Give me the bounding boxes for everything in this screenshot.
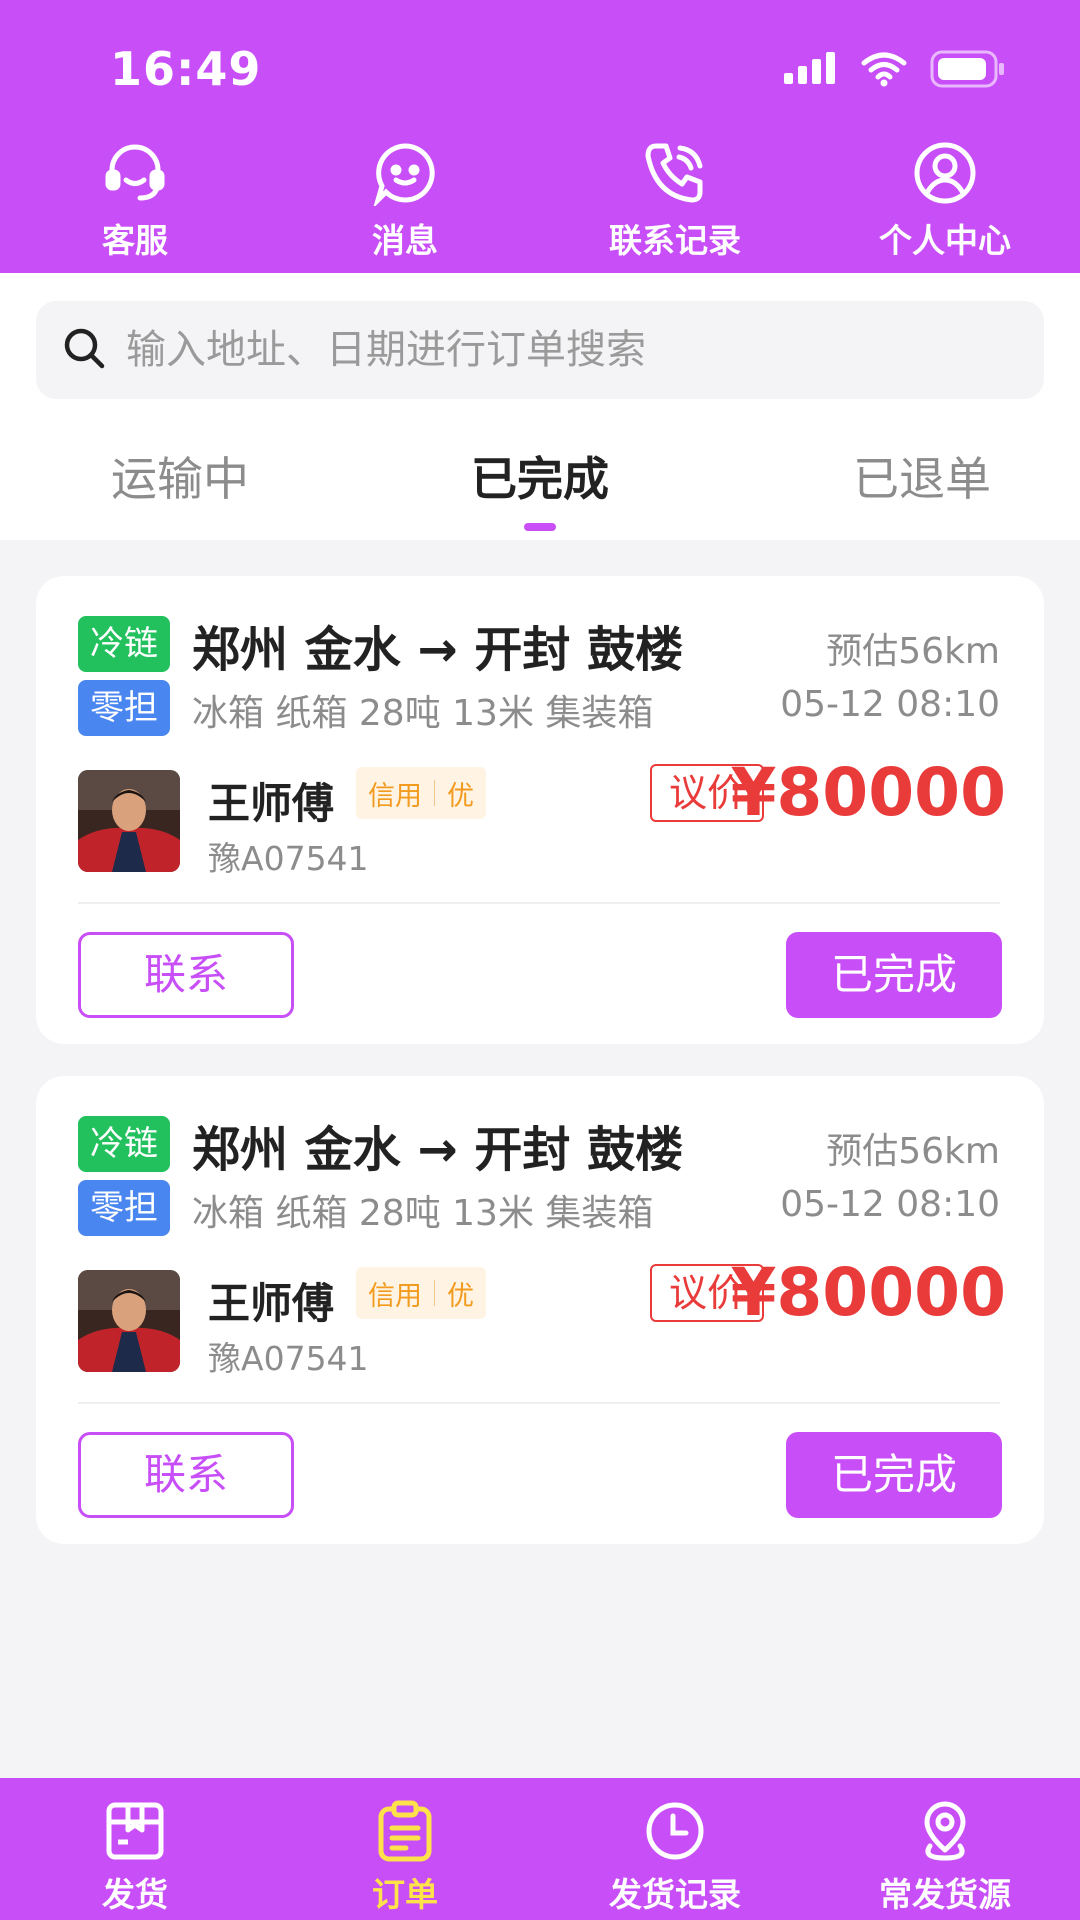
credit-level: 优: [447, 1280, 474, 1312]
nav-label: 个人中心: [879, 221, 1011, 260]
tab-cancelled[interactable]: 已退单: [850, 443, 994, 509]
search-input[interactable]: [126, 327, 1006, 373]
card-divider: [78, 1402, 1000, 1404]
nav-label: 客服: [102, 221, 168, 260]
order-card[interactable]: 冷链 零担 郑州 金水 → 开封 鼓楼 预估56km 冰箱 纸箱 28吨 13米…: [36, 1076, 1044, 1544]
bottom-nav-label: 发货: [102, 1875, 168, 1914]
status-icons: [784, 50, 1006, 92]
bottom-nav-shipping-records[interactable]: 发货记录: [540, 1778, 810, 1920]
completed-status-button[interactable]: 已完成: [786, 932, 1002, 1018]
status-time: 16:49: [110, 42, 262, 96]
package-icon: [102, 1798, 168, 1864]
bottom-nav-orders[interactable]: 订单: [270, 1778, 540, 1920]
bottom-nav: 发货 订单 发货记录 常发货源: [0, 1778, 1080, 1920]
status-bar: 16:49: [0, 0, 1080, 140]
bottom-nav-label: 发货记录: [609, 1875, 741, 1914]
order-icon: [372, 1798, 438, 1864]
location-pin-icon: [912, 1798, 978, 1864]
order-price: ¥80000: [730, 1254, 1006, 1331]
wifi-icon: [860, 51, 908, 91]
tab-in-transit[interactable]: 运输中: [110, 443, 250, 509]
top-nav: 客服 消息 联系记录 个人中心: [0, 140, 1080, 273]
credit-level: 优: [447, 780, 474, 812]
credit-tag: 信用 优: [356, 767, 486, 819]
nav-label: 联系记录: [609, 221, 741, 260]
order-price: ¥80000: [730, 754, 1006, 831]
credit-separator: [434, 780, 435, 806]
contact-button[interactable]: 联系: [78, 932, 294, 1018]
driver-name: 王师傅: [208, 1279, 335, 1328]
bottom-nav-label: 订单: [372, 1875, 438, 1914]
nav-message[interactable]: 消息: [270, 140, 540, 273]
cold-chain-badge: 冷链: [78, 1116, 170, 1172]
search-bar[interactable]: [36, 301, 1044, 399]
order-distance: 预估56km: [826, 631, 1000, 672]
order-distance: 预估56km: [826, 1131, 1000, 1172]
order-route: 郑州 金水 → 开封 鼓楼: [192, 1122, 684, 1178]
license-plate: 豫A07541: [208, 1339, 369, 1378]
phone-icon: [642, 140, 708, 206]
credit-separator: [434, 1280, 435, 1306]
credit-tag: 信用 优: [356, 1267, 486, 1319]
order-status-tabs: 运输中 已完成 已退单: [0, 443, 1080, 540]
headset-icon: [102, 140, 168, 206]
tab-active-indicator: [524, 523, 556, 531]
bottom-nav-ship[interactable]: 发货: [0, 1778, 270, 1920]
ltl-badge: 零担: [78, 1180, 170, 1236]
cold-chain-badge: 冷链: [78, 616, 170, 672]
nav-personal-center[interactable]: 个人中心: [810, 140, 1080, 273]
bottom-nav-frequent-sources[interactable]: 常发货源: [810, 1778, 1080, 1920]
card-divider: [78, 902, 1000, 904]
license-plate: 豫A07541: [208, 839, 369, 878]
signal-icon: [784, 51, 838, 91]
header: 16:49 客服 消息 联系记录 个人中心: [0, 0, 1080, 273]
driver-avatar: [78, 1270, 180, 1372]
credit-label: 信用: [368, 780, 422, 812]
driver-avatar: [78, 770, 180, 872]
completed-status-button[interactable]: 已完成: [786, 1432, 1002, 1518]
clock-icon: [642, 1798, 708, 1864]
bottom-nav-label: 常发货源: [879, 1875, 1011, 1914]
credit-label: 信用: [368, 1280, 422, 1312]
nav-customer-service[interactable]: 客服: [0, 140, 270, 273]
user-icon: [912, 140, 978, 206]
order-datetime: 05-12 08:10: [780, 684, 1000, 725]
nav-contact-records[interactable]: 联系记录: [540, 140, 810, 273]
order-goods: 冰箱 纸箱 28吨 13米 集装箱: [192, 1193, 654, 1234]
search-section: 运输中 已完成 已退单: [0, 273, 1080, 540]
order-card[interactable]: 冷链 零担 郑州 金水 → 开封 鼓楼 预估56km 冰箱 纸箱 28吨 13米…: [36, 576, 1044, 1044]
battery-icon: [930, 50, 1006, 92]
order-datetime: 05-12 08:10: [780, 1184, 1000, 1225]
order-goods: 冰箱 纸箱 28吨 13米 集装箱: [192, 693, 654, 734]
driver-name: 王师傅: [208, 779, 335, 828]
tab-label: 已完成: [471, 452, 609, 506]
ltl-badge: 零担: [78, 680, 170, 736]
tab-completed[interactable]: 已完成: [468, 443, 612, 531]
contact-button[interactable]: 联系: [78, 1432, 294, 1518]
order-route: 郑州 金水 → 开封 鼓楼: [192, 622, 684, 678]
message-icon: [372, 140, 438, 206]
nav-label: 消息: [372, 221, 438, 260]
search-icon: [62, 326, 106, 374]
